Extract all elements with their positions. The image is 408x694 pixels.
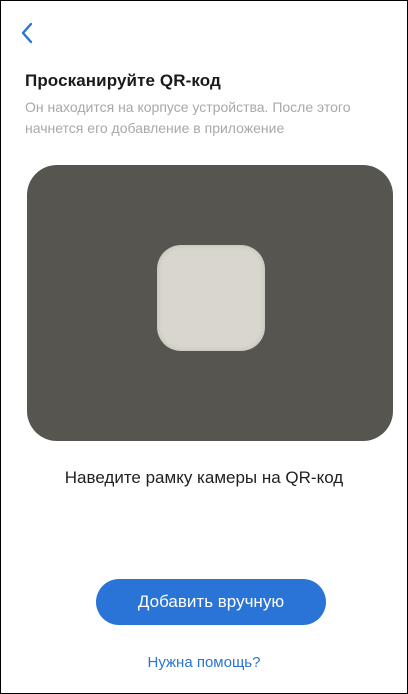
page-subtitle: Он находится на корпусе устройства. Посл… xyxy=(25,99,351,136)
qr-scan-screen: Просканируйте QR-код Он находится на кор… xyxy=(0,0,408,694)
add-manual-button[interactable]: Добавить вручную xyxy=(96,579,326,625)
chevron-left-icon xyxy=(21,22,33,44)
help-link[interactable]: Нужна помощь? xyxy=(1,654,407,671)
page-title: Просканируйте QR-код xyxy=(25,71,221,90)
back-button[interactable] xyxy=(13,17,41,49)
scan-hint: Наведите рамку камеры на QR-код xyxy=(64,468,344,487)
scanned-device-image xyxy=(157,245,265,351)
camera-preview xyxy=(27,165,393,441)
